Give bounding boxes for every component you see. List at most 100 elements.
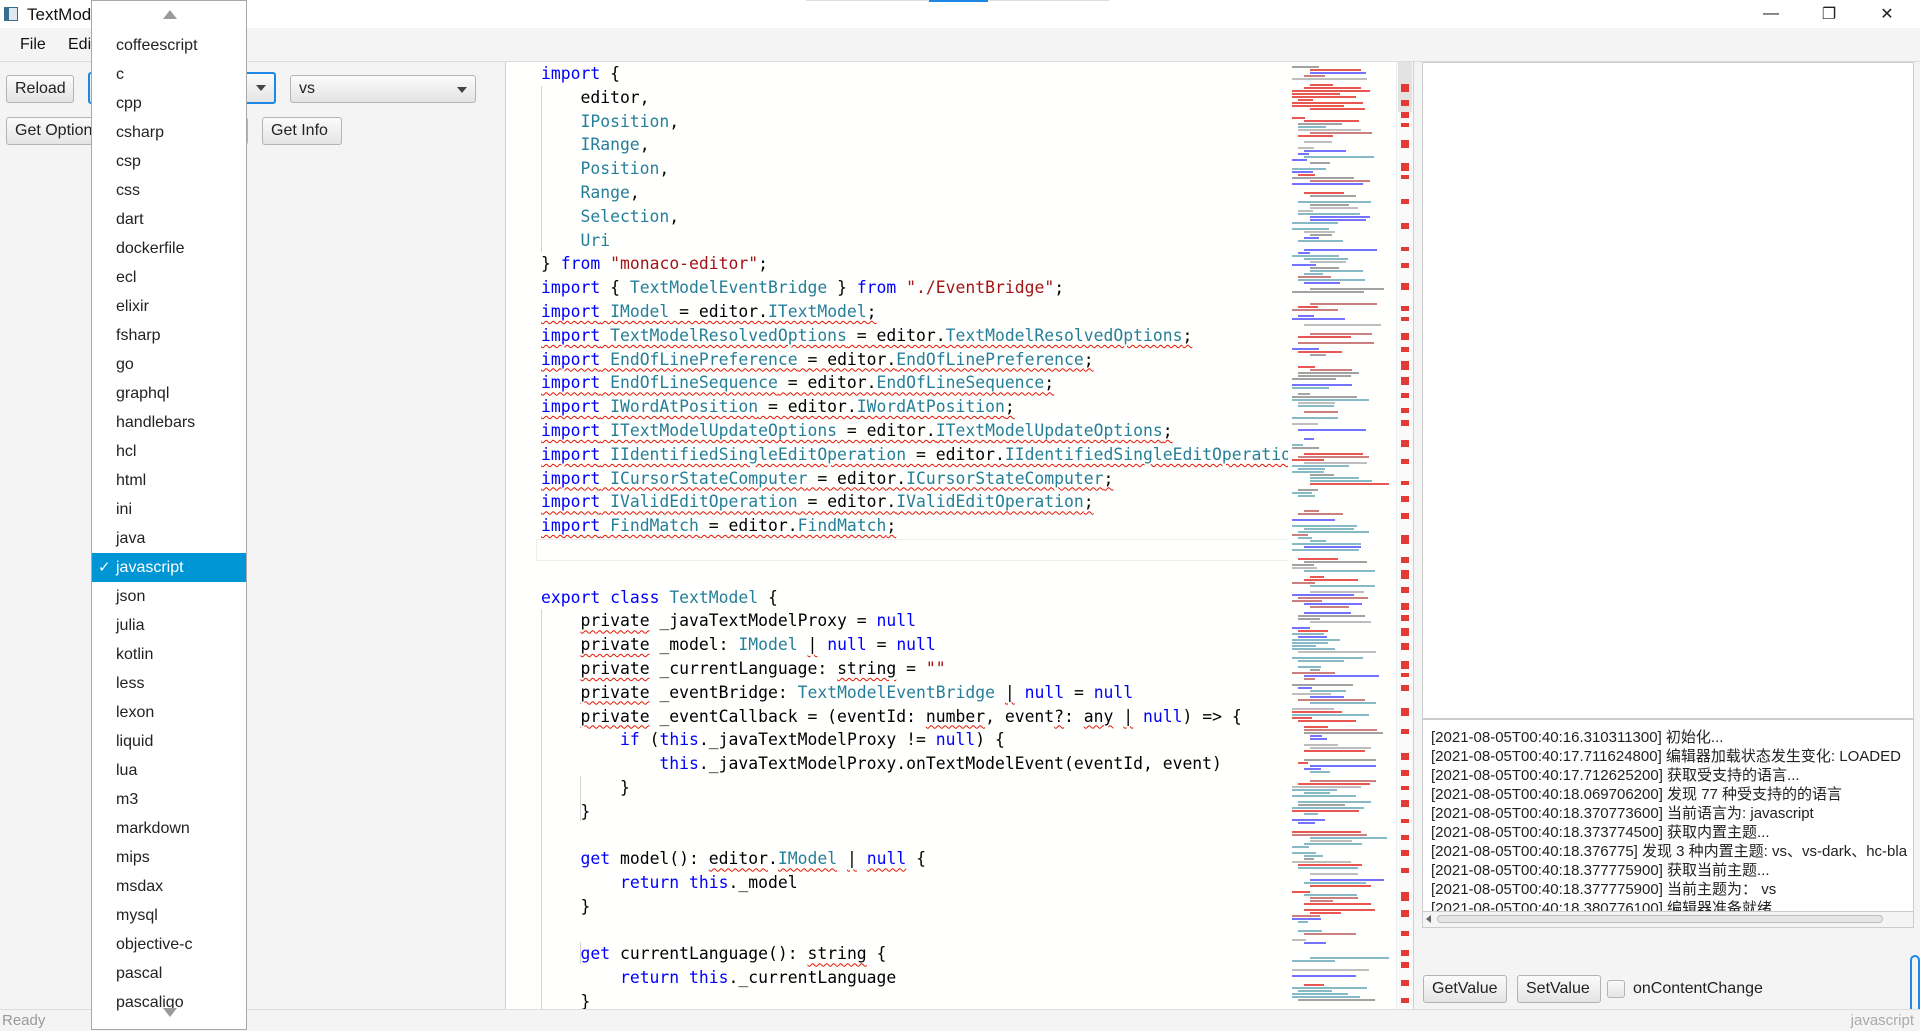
restore-button[interactable]: ❐ <box>1806 0 1852 28</box>
code-token: import <box>541 325 601 345</box>
error-marker <box>1401 163 1409 171</box>
minimap-line <box>1298 468 1325 470</box>
minimap-line <box>1292 102 1363 104</box>
minimap-line <box>1310 837 1387 839</box>
language-option-dart[interactable]: dart <box>92 205 246 234</box>
minimap-line <box>1310 900 1333 902</box>
on-content-change-checkbox[interactable] <box>1607 980 1625 998</box>
minimap-line <box>1304 732 1383 734</box>
language-option-label: lua <box>116 762 138 779</box>
code-editor[interactable]: import { editor, IPosition, IRange, Posi… <box>506 62 1412 1009</box>
minimap-line <box>1292 993 1348 995</box>
minimap-line <box>1292 549 1359 551</box>
language-option-ecl[interactable]: ecl <box>92 263 246 292</box>
language-option-html[interactable]: html <box>92 466 246 495</box>
scroll-left-icon[interactable] <box>1426 915 1431 923</box>
minimap-line <box>1298 687 1312 689</box>
language-option-julia[interactable]: julia <box>92 611 246 640</box>
language-option-hcl[interactable]: hcl <box>92 437 246 466</box>
log-line: [2021-08-05T00:40:18.373774500] 获取内置主题..… <box>1431 824 1770 841</box>
code-token: ; <box>1054 278 1065 298</box>
language-dropdown[interactable]: coffeescript c cpp csharp csp css dart dockerfi… <box>91 0 247 1030</box>
minimap-line <box>1292 318 1345 320</box>
language-option-csp[interactable]: csp <box>92 147 246 176</box>
log-area[interactable]: [2021-08-05T00:40:16.310311300] 初始化... [2… <box>1422 719 1914 912</box>
code-token: this <box>689 873 729 893</box>
language-option-liquid[interactable]: liquid <box>92 727 246 756</box>
minimap-line <box>1298 201 1371 203</box>
minimap-line <box>1310 477 1359 479</box>
language-option-csharp[interactable]: csharp <box>92 118 246 147</box>
close-button[interactable]: ✕ <box>1864 0 1910 28</box>
language-option-msdax[interactable]: msdax <box>92 872 246 901</box>
minimap[interactable] <box>1288 62 1396 1009</box>
minimize-button[interactable]: — <box>1748 0 1794 28</box>
minimap-line <box>1304 729 1377 731</box>
minimap-line <box>1292 171 1313 173</box>
language-option-mips[interactable]: mips <box>92 843 246 872</box>
minimap-line <box>1298 495 1315 497</box>
minimap-line <box>1292 795 1356 797</box>
code-token: any <box>1083 706 1114 726</box>
scroll-up-icon[interactable] <box>92 7 246 21</box>
language-option-m3[interactable]: m3 <box>92 785 246 814</box>
code-token: { <box>866 944 887 964</box>
log-scroll-thumb[interactable] <box>1437 915 1883 923</box>
error-marker <box>1401 347 1409 352</box>
language-option-lua[interactable]: lua <box>92 756 246 785</box>
language-option-cpp[interactable]: cpp <box>92 89 246 118</box>
language-option-c[interactable]: c <box>92 60 246 89</box>
language-option-handlebars[interactable]: handlebars <box>92 408 246 437</box>
error-marker <box>1401 317 1409 321</box>
language-option-go[interactable]: go <box>92 350 246 379</box>
code-token: import <box>541 349 601 369</box>
minimap-line <box>1304 324 1381 326</box>
language-option-less[interactable]: less <box>92 669 246 698</box>
code-content[interactable]: import { editor, IPosition, IRange, Posi… <box>541 62 1301 1009</box>
language-option-json[interactable]: json <box>92 582 246 611</box>
language-option-javascript[interactable]: ✓ javascript <box>92 553 246 582</box>
language-option-kotlin[interactable]: kotlin <box>92 640 246 669</box>
minimap-line <box>1304 282 1340 284</box>
editor-scrollbar[interactable] <box>1396 62 1413 1009</box>
get-info-button[interactable]: Get Info <box>262 117 342 145</box>
reload-button[interactable]: Reload <box>6 75 74 103</box>
code-token: IModel <box>600 301 670 321</box>
minimap-line <box>1292 564 1314 566</box>
minimap-line <box>1292 831 1361 833</box>
language-option-css[interactable]: css <box>92 176 246 205</box>
language-option-coffeescript[interactable]: coffeescript <box>92 31 246 60</box>
language-option-fsharp[interactable]: fsharp <box>92 321 246 350</box>
language-option-mysql[interactable]: mysql <box>92 901 246 930</box>
minimap-line <box>1298 351 1342 353</box>
minimap-line <box>1292 159 1307 161</box>
minimap-line <box>1292 78 1367 80</box>
set-value-button[interactable]: SetValue <box>1517 975 1601 1003</box>
error-marker <box>1401 377 1409 385</box>
language-option-label: coffeescript <box>116 37 198 54</box>
language-option-pascal[interactable]: pascal <box>92 959 246 988</box>
language-option-markdown[interactable]: markdown <box>92 814 246 843</box>
language-option-graphql[interactable]: graphql <box>92 379 246 408</box>
error-marker <box>1401 333 1409 340</box>
code-token: get <box>580 944 611 964</box>
menu-file[interactable]: File <box>20 36 46 54</box>
log-horizontal-scrollbar[interactable] <box>1422 912 1914 928</box>
error-marker <box>1401 819 1409 823</box>
scroll-down-icon[interactable] <box>92 1005 246 1019</box>
theme-combo[interactable]: vs <box>290 75 476 103</box>
code-token: Position <box>541 159 660 179</box>
language-option-java[interactable]: java <box>92 524 246 553</box>
minimap-line <box>1298 315 1314 317</box>
language-option-objective-c[interactable]: objective-c <box>92 930 246 959</box>
language-option-lexon[interactable]: lexon <box>92 698 246 727</box>
get-value-button[interactable]: GetValue <box>1423 975 1507 1003</box>
minimap-line <box>1304 120 1359 122</box>
minimap-line <box>1298 762 1308 764</box>
language-option-ini[interactable]: ini <box>92 495 246 524</box>
language-option-dockerfile[interactable]: dockerfile <box>92 234 246 263</box>
language-option-elixir[interactable]: elixir <box>92 292 246 321</box>
